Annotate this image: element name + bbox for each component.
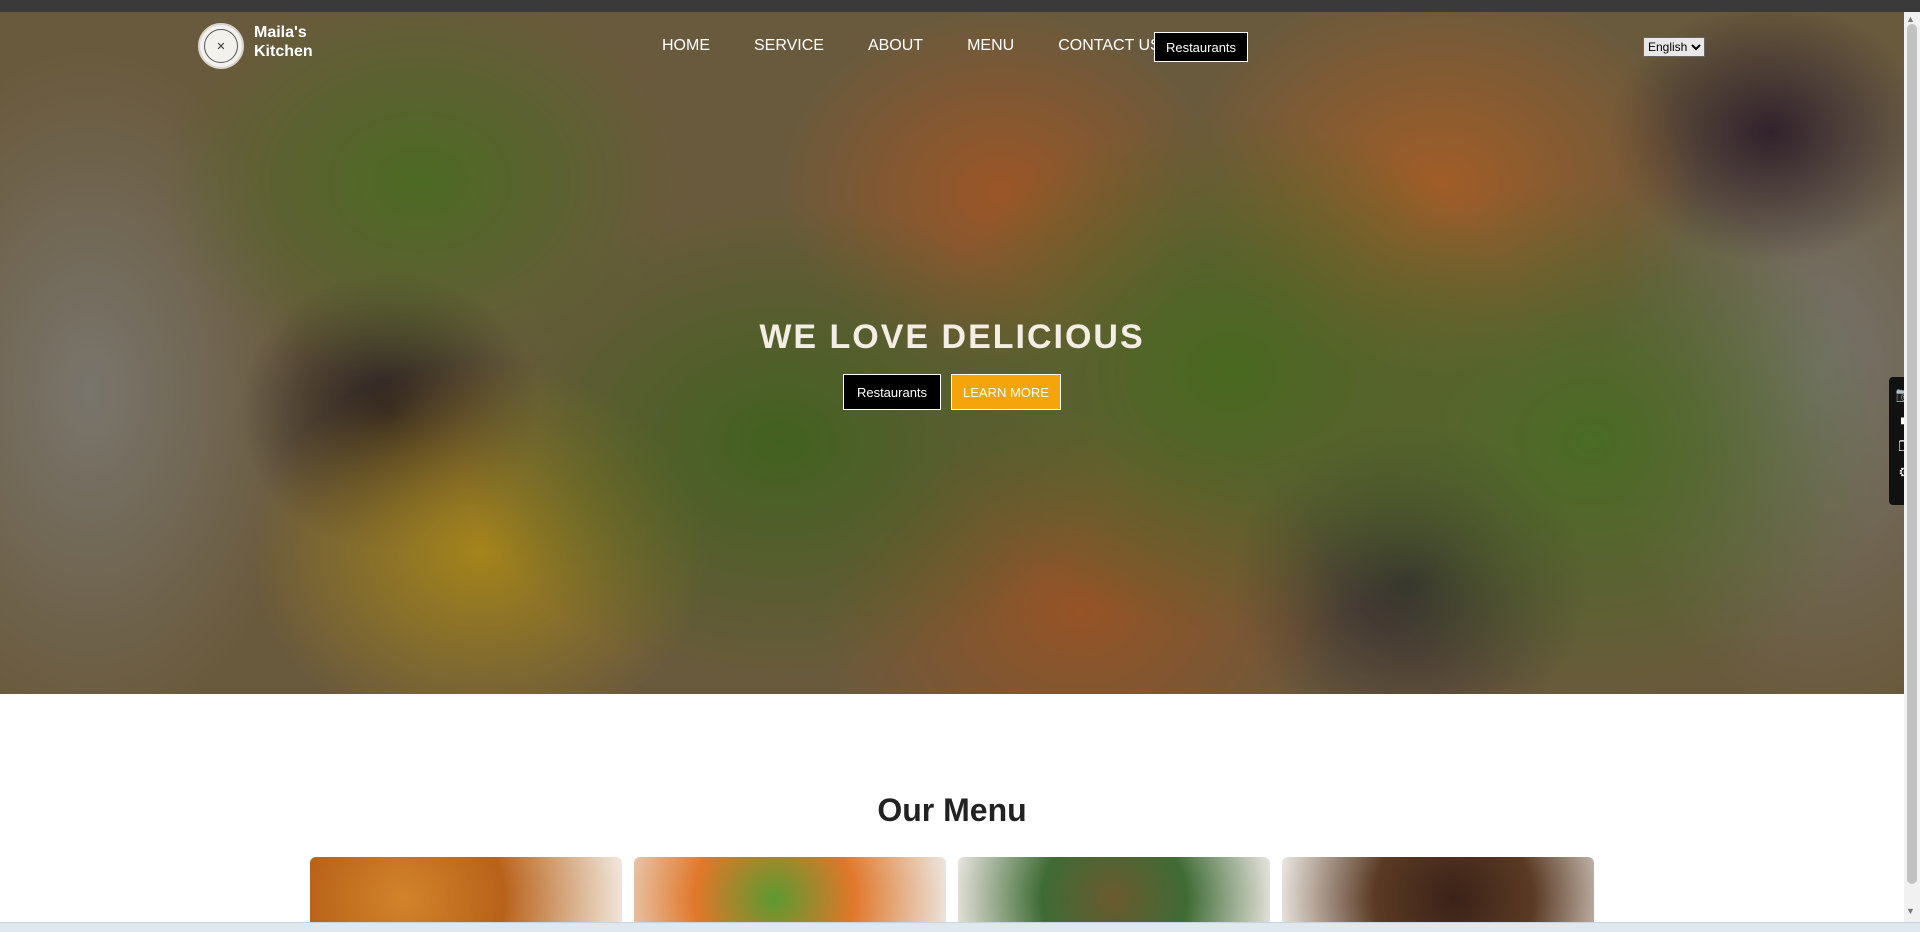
language-select[interactable]: English [1643, 37, 1705, 57]
menu-card-image[interactable] [310, 857, 622, 927]
learn-more-button[interactable]: LEARN MORE [951, 374, 1061, 410]
nav-menu[interactable]: MENU [967, 37, 1014, 55]
section-title: Our Menu [877, 792, 1027, 828]
logo-icon: ✕ [204, 29, 238, 63]
menu-card-image[interactable] [634, 857, 946, 927]
main-nav: HOME SERVICE ABOUT MENU CONTACT US [662, 37, 1205, 55]
logo[interactable]: ✕ [198, 23, 244, 69]
menu-card-image[interactable] [958, 857, 1270, 927]
restaurants-button[interactable]: Restaurants [843, 374, 941, 410]
nav-home[interactable]: HOME [662, 37, 710, 55]
brand-name[interactable]: Maila's Kitchen [254, 23, 334, 61]
nav-restaurants-button[interactable]: Restaurants [1154, 32, 1248, 62]
nav-about[interactable]: ABOUT [868, 37, 923, 55]
nav-service[interactable]: SERVICE [754, 37, 824, 55]
browser-top-bar [0, 0, 1920, 12]
scroll-up-icon[interactable]: ▲ [1906, 14, 1915, 24]
scroll-down-icon[interactable]: ▼ [1906, 906, 1915, 916]
nav-contact[interactable]: CONTACT US [1058, 37, 1161, 55]
hero-buttons: Restaurants LEARN MORE [843, 374, 1061, 410]
scrollbar-thumb[interactable] [1907, 24, 1917, 884]
menu-card-image[interactable] [1282, 857, 1594, 927]
hero-title: WE LOVE DELICIOUS [759, 318, 1145, 356]
menu-cards [310, 857, 1594, 927]
